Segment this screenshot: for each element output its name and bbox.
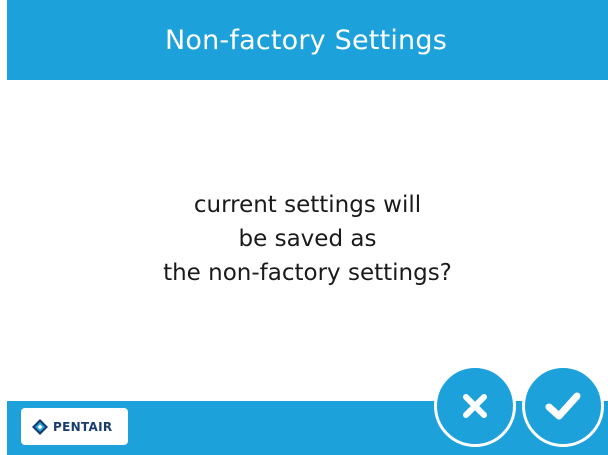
- confirmation-message: current settings will be saved as the no…: [7, 188, 608, 290]
- pentair-diamond-icon: [32, 418, 48, 435]
- page-title: Non-factory Settings: [165, 24, 447, 56]
- logo-text: PENTAIR: [53, 419, 113, 434]
- message-line-2: be saved as: [238, 226, 377, 252]
- pentair-logo: PENTAIR: [21, 408, 128, 445]
- close-x-icon: [463, 394, 487, 418]
- screen: Non-factory Settings current settings wi…: [0, 0, 608, 455]
- message-line-1: current settings will: [193, 192, 422, 218]
- cancel-button[interactable]: [434, 365, 516, 447]
- header-bar: Non-factory Settings: [7, 0, 608, 80]
- confirm-button[interactable]: [522, 365, 604, 447]
- checkmark-icon: [545, 392, 581, 420]
- message-line-3: the non-factory settings?: [163, 260, 452, 286]
